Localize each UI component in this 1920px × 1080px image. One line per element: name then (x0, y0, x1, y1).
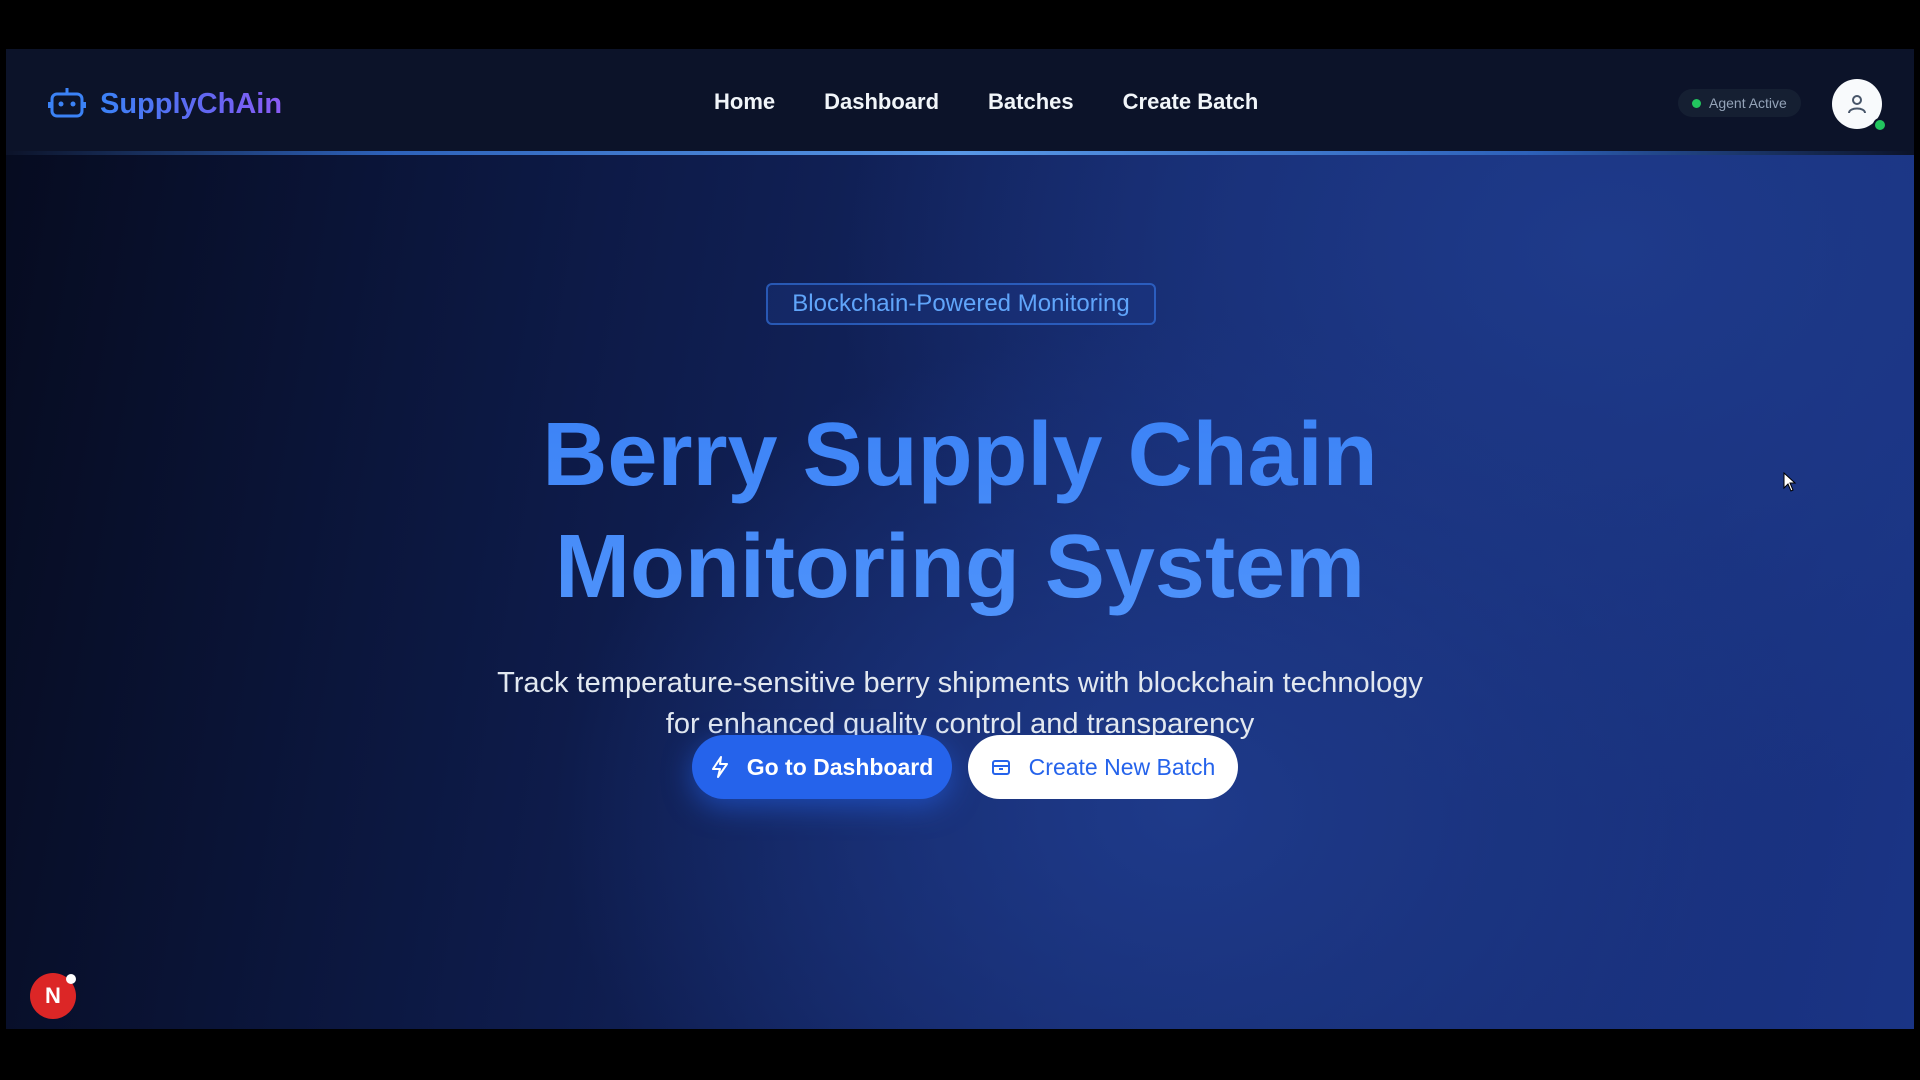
agent-status-badge: Agent Active (1678, 89, 1801, 117)
nav-dashboard[interactable]: Dashboard (824, 89, 939, 115)
agent-status-text: Agent Active (1709, 95, 1787, 111)
main-nav: Home Dashboard Batches Create Batch (714, 89, 1307, 115)
lightning-icon (711, 756, 729, 778)
notification-dot-icon (66, 974, 76, 984)
user-icon (1846, 93, 1868, 115)
brand-logo[interactable]: SupplyChAin (47, 85, 283, 124)
hero-title: Berry Supply Chain Monitoring System (6, 399, 1914, 623)
hero-subtitle: Track temperature-sensitive berry shipme… (6, 663, 1914, 745)
create-new-batch-label: Create New Batch (1028, 753, 1216, 780)
go-to-dashboard-button[interactable]: Go to Dashboard (692, 735, 952, 799)
top-navbar: SupplyChAin Home Dashboard Batches Creat… (6, 49, 1914, 155)
hero-title-line1: Berry Supply Chain (542, 405, 1378, 505)
nav-create-batch[interactable]: Create Batch (1123, 89, 1259, 115)
robot-icon (47, 85, 87, 124)
brand-name: SupplyChAin (100, 88, 283, 120)
notification-avatar-letter: N (45, 983, 61, 1008)
navbar-divider (6, 151, 1914, 155)
box-icon (991, 757, 1011, 777)
online-status-dot (1873, 118, 1887, 132)
app-window: SupplyChAin Home Dashboard Batches Creat… (6, 49, 1914, 1029)
hero-title-line2: Monitoring System (554, 517, 1366, 617)
hero-badge: Blockchain-Powered Monitoring (766, 283, 1156, 325)
nav-batches[interactable]: Batches (988, 89, 1074, 115)
hero-subtitle-line1: Track temperature-sensitive berry shipme… (497, 667, 1423, 699)
go-to-dashboard-label: Go to Dashboard (746, 753, 934, 780)
status-dot-icon (1692, 98, 1701, 108)
nav-home[interactable]: Home (714, 89, 775, 115)
create-new-batch-button[interactable]: Create New Batch (968, 735, 1238, 799)
mouse-cursor-icon (1783, 471, 1797, 497)
